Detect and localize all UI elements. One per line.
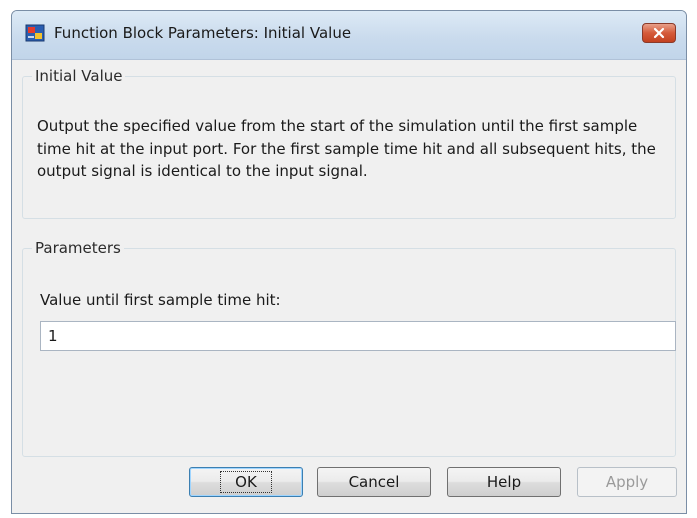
title-bar[interactable]: Function Block Parameters: Initial Value: [12, 11, 686, 60]
cancel-button[interactable]: Cancel: [317, 467, 431, 497]
block-description-group: Initial Value Output the specified value…: [22, 67, 676, 219]
ok-button-label: OK: [220, 471, 272, 493]
close-icon: [653, 27, 665, 39]
initial-value-label: Value until first sample time hit:: [40, 291, 281, 309]
dialog-window: Function Block Parameters: Initial Value…: [11, 10, 687, 514]
help-button[interactable]: Help: [447, 467, 561, 497]
parameters-group: Parameters Value until first sample time…: [22, 239, 676, 457]
window-title: Function Block Parameters: Initial Value: [54, 24, 352, 42]
close-button[interactable]: [642, 23, 676, 43]
apply-button[interactable]: Apply: [577, 467, 677, 497]
block-description-text: Output the specified value from the star…: [37, 117, 656, 180]
ok-button[interactable]: OK: [189, 467, 303, 497]
initial-value-input[interactable]: [40, 321, 676, 351]
parameters-legend: Parameters: [35, 239, 121, 257]
simulink-block-icon: [25, 24, 45, 42]
block-description-legend: Initial Value: [35, 67, 123, 85]
